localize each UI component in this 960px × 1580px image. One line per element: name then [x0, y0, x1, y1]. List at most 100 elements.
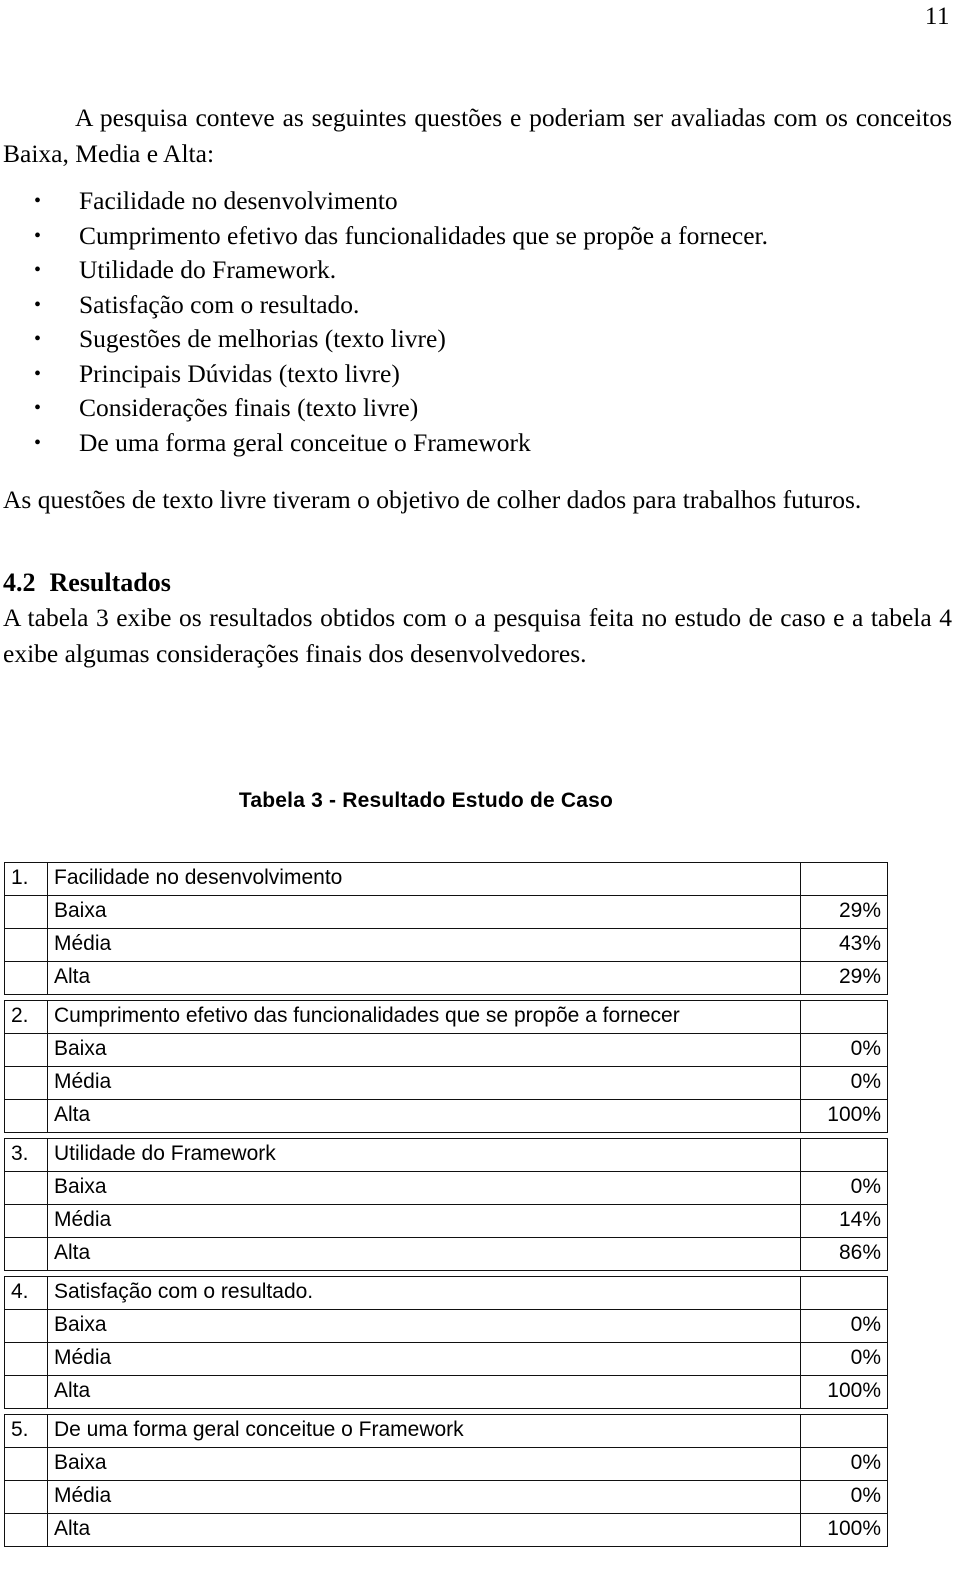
question-number: 2. — [4, 1000, 48, 1034]
section-number: 4.2 — [3, 568, 36, 597]
list-item-label: Considerações finais (texto livre) — [79, 393, 419, 422]
bullet-icon: • — [34, 328, 42, 350]
row-number-empty — [4, 1513, 48, 1547]
list-item: • Considerações finais (texto livre) — [3, 391, 952, 426]
table-row: Média 14% — [4, 1204, 888, 1238]
row-label: Média — [47, 1342, 801, 1376]
list-item-label: Satisfação com o resultado. — [79, 289, 360, 319]
row-label: Baixa — [47, 1171, 801, 1205]
bullet-icon: • — [34, 190, 42, 212]
result-table-block: 2. Cumprimento efetivo das funcionalidad… — [4, 1000, 888, 1133]
table-row: Baixa 0% — [4, 1447, 888, 1481]
table-row: Alta 100% — [4, 1099, 888, 1133]
row-value: 0% — [800, 1309, 888, 1343]
table-row: Média 0% — [4, 1066, 888, 1100]
row-label: Alta — [47, 961, 801, 995]
list-item: • Satisfação com o resultado. — [3, 288, 952, 323]
result-table-block: 5. De uma forma geral conceitue o Framew… — [4, 1414, 888, 1547]
table-row-question: 3. Utilidade do Framework — [4, 1138, 888, 1172]
row-number-empty — [4, 1447, 48, 1481]
row-value: 29% — [800, 895, 888, 929]
row-value: 100% — [800, 1375, 888, 1409]
question-number: 5. — [4, 1414, 48, 1448]
row-number-empty — [4, 1375, 48, 1409]
section-heading: 4.2 Resultados — [3, 566, 952, 600]
table-row: Baixa 0% — [4, 1171, 888, 1205]
list-item: • Utilidade do Framework. — [3, 253, 952, 288]
list-item: • Principais Dúvidas (texto livre) — [3, 357, 952, 392]
row-number-empty — [4, 961, 48, 995]
row-value: 100% — [800, 1099, 888, 1133]
question-bullet-list: • Facilidade no desenvolvimento • Cumpri… — [3, 184, 952, 460]
row-value: 0% — [800, 1033, 888, 1067]
row-value: 0% — [800, 1480, 888, 1514]
list-item-label: De uma forma geral conceitue o Framework — [79, 427, 531, 457]
table-row-question: 5. De uma forma geral conceitue o Framew… — [4, 1414, 888, 1448]
table-row: Alta 29% — [4, 961, 888, 995]
row-number-empty — [4, 1171, 48, 1205]
list-item-label: Utilidade do Framework. — [79, 255, 337, 284]
table-row: Baixa 29% — [4, 895, 888, 929]
row-number-empty — [4, 1204, 48, 1238]
table-row-question: 4. Satisfação com o resultado. — [4, 1276, 888, 1310]
row-number-empty — [4, 895, 48, 929]
page-content: A pesquisa conteve as seguintes questões… — [3, 100, 952, 672]
list-item: • Cumprimento efetivo das funcionalidade… — [3, 219, 952, 254]
row-label: Média — [47, 1480, 801, 1514]
row-number-empty — [4, 1480, 48, 1514]
row-number-empty — [4, 1237, 48, 1271]
list-item-label: Facilidade no desenvolvimento — [79, 186, 398, 215]
bullet-icon: • — [34, 431, 42, 454]
list-item: • De uma forma geral conceitue o Framewo… — [3, 426, 952, 461]
row-label: Alta — [47, 1099, 801, 1133]
row-label: Média — [47, 928, 801, 962]
table-row: Média 0% — [4, 1342, 888, 1376]
table-row: Alta 86% — [4, 1237, 888, 1271]
row-number-empty — [4, 928, 48, 962]
row-value: 0% — [800, 1447, 888, 1481]
row-number-empty — [4, 1309, 48, 1343]
table-row: Baixa 0% — [4, 1309, 888, 1343]
table-row-question: 2. Cumprimento efetivo das funcionalidad… — [4, 1000, 888, 1034]
list-item-label: Cumprimento efetivo das funcionalidades … — [79, 220, 768, 250]
row-value: 86% — [800, 1237, 888, 1271]
row-value: 43% — [800, 928, 888, 962]
list-item: • Sugestões de melhorias (texto livre) — [3, 322, 952, 357]
list-item: • Facilidade no desenvolvimento — [3, 184, 952, 219]
bullet-icon: • — [34, 293, 42, 316]
row-value: 0% — [800, 1066, 888, 1100]
table-row: Alta 100% — [4, 1375, 888, 1409]
question-value-empty — [800, 1000, 888, 1034]
bullet-icon: • — [34, 397, 42, 419]
bullet-icon: • — [34, 362, 42, 385]
row-label: Alta — [47, 1375, 801, 1409]
row-value: 29% — [800, 961, 888, 995]
question-value-empty — [800, 1138, 888, 1172]
question-label: Utilidade do Framework — [47, 1138, 801, 1172]
row-value: 0% — [800, 1171, 888, 1205]
question-value-empty — [800, 1276, 888, 1310]
row-label: Baixa — [47, 1447, 801, 1481]
list-item-label: Sugestões de melhorias (texto livre) — [79, 324, 446, 353]
question-label: Facilidade no desenvolvimento — [47, 862, 801, 896]
document-page: 11 A pesquisa conteve as seguintes quest… — [0, 0, 960, 1580]
row-number-empty — [4, 1342, 48, 1376]
row-label: Baixa — [47, 1309, 801, 1343]
row-value: 0% — [800, 1342, 888, 1376]
question-label: Satisfação com o resultado. — [47, 1276, 801, 1310]
row-label: Baixa — [47, 1033, 801, 1067]
question-number: 1. — [4, 862, 48, 896]
result-table-block: 1. Facilidade no desenvolvimento Baixa 2… — [4, 862, 888, 995]
table-row: Alta 100% — [4, 1513, 888, 1547]
row-number-empty — [4, 1066, 48, 1100]
row-label: Baixa — [47, 895, 801, 929]
table-row: Média 43% — [4, 928, 888, 962]
bullet-icon: • — [34, 224, 42, 247]
question-value-empty — [800, 1414, 888, 1448]
results-tables: 1. Facilidade no desenvolvimento Baixa 2… — [4, 862, 888, 1552]
row-label: Alta — [47, 1237, 801, 1271]
table-row: Baixa 0% — [4, 1033, 888, 1067]
page-title: Resultados — [49, 568, 171, 597]
